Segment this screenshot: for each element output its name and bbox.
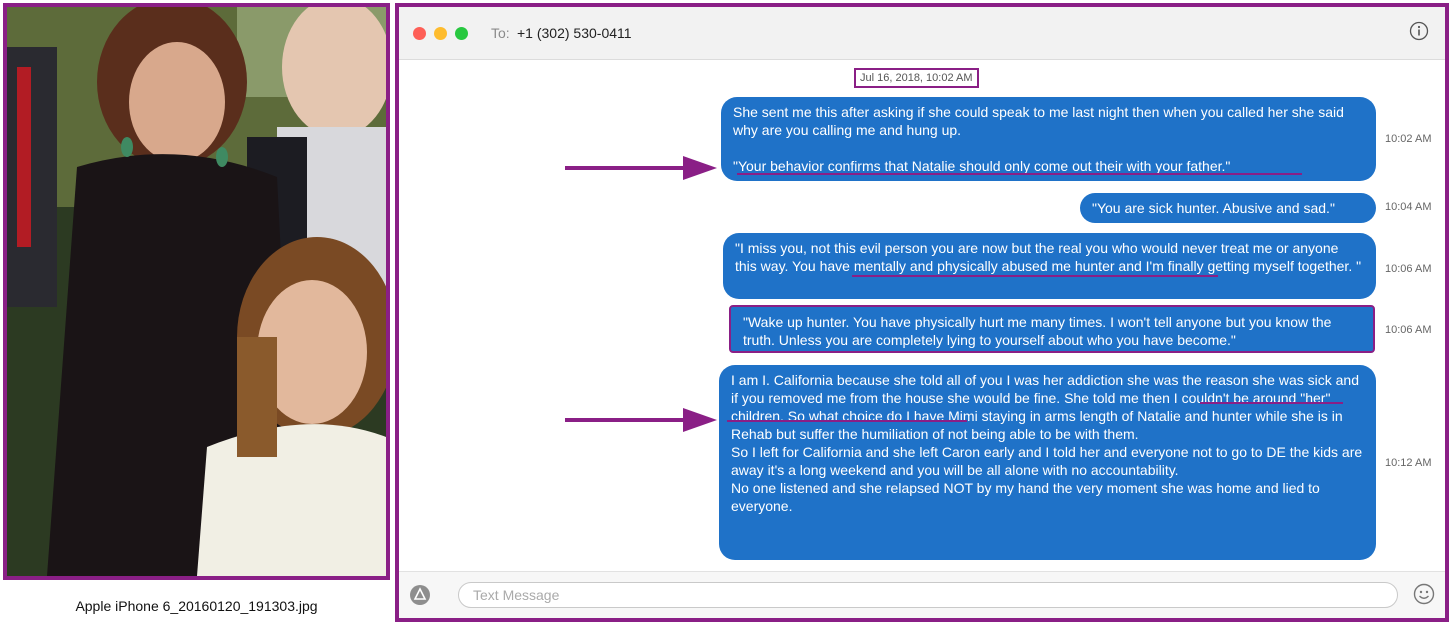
message-time-5: 10:12 AM: [1385, 457, 1432, 469]
message-input[interactable]: Text Message: [458, 582, 1398, 608]
recipient-number[interactable]: +1 (302) 530-0411: [517, 25, 632, 41]
emoji-icon[interactable]: [1413, 583, 1435, 605]
underline-mark: [1200, 402, 1343, 404]
underline-mark: [852, 275, 1218, 277]
minimize-button[interactable]: [434, 27, 447, 40]
info-icon[interactable]: [1409, 21, 1429, 41]
arrow-icon: [565, 156, 717, 180]
compose-bar: Text Message: [399, 571, 1445, 618]
message-time-4: 10:06 AM: [1385, 324, 1432, 336]
conversation-date: Jul 16, 2018, 10:02 AM: [854, 68, 979, 88]
zoom-button[interactable]: [455, 27, 468, 40]
arrow-icon: [565, 408, 717, 432]
messages-window: To: +1 (302) 530-0411 Jul 16, 2018, 10:0…: [395, 3, 1449, 622]
underline-mark: [737, 173, 1302, 175]
photo-caption: Apple iPhone 6_20160120_191303.jpg: [75, 598, 318, 614]
message-bubble-4[interactable]: "Wake up hunter. You have physically hur…: [729, 305, 1375, 353]
message-bubble-3[interactable]: "I miss you, not this evil person you ar…: [723, 233, 1376, 299]
message-time-1: 10:02 AM: [1385, 133, 1432, 145]
message-bubble-5[interactable]: I am I. California because she told all …: [719, 365, 1376, 560]
message-time-2: 10:04 AM: [1385, 201, 1432, 213]
message-bubble-2[interactable]: "You are sick hunter. Abusive and sad.": [1080, 193, 1376, 223]
photo-frame: [3, 3, 390, 580]
close-button[interactable]: [413, 27, 426, 40]
message-bubble-1[interactable]: She sent me this after asking if she cou…: [721, 97, 1376, 181]
family-photo: [7, 7, 386, 576]
message-time-3: 10:06 AM: [1385, 263, 1432, 275]
title-bar: To: +1 (302) 530-0411: [399, 7, 1445, 60]
apps-icon[interactable]: [409, 584, 431, 606]
underline-mark: [727, 420, 967, 422]
recipient-label: To:: [491, 25, 510, 41]
